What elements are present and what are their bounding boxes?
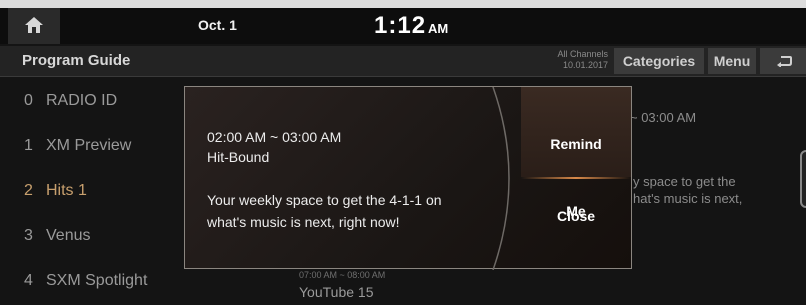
popup-button-group: Remind Me Close [521, 87, 631, 268]
popup-program-time: 02:00 AM ~ 03:00 AM [207, 129, 342, 145]
channel-number: 4 [24, 272, 33, 289]
header-bar: Program Guide All Channels 10.01.2017 Ca… [0, 46, 806, 77]
remind-me-button[interactable]: Remind Me [521, 87, 631, 219]
background-program-time-bottom: 07:00 AM ~ 08:00 AM [299, 270, 386, 280]
channel-item[interactable]: 3 Venus [0, 213, 190, 258]
categories-button[interactable]: Categories [614, 48, 704, 74]
back-button[interactable] [760, 48, 806, 74]
channel-name: SXM Spotlight [46, 272, 148, 289]
status-bar: Oct. 1 1:12 AM [0, 8, 806, 44]
clock-display: 1:12 AM [374, 12, 448, 40]
channel-list: 0 RADIO ID 1 XM Preview 2 Hits 1 3 Venus 4 SX… [0, 78, 190, 303]
clock-ampm: AM [428, 21, 449, 36]
channel-name: Venus [46, 227, 91, 244]
popup-program-description: Your weekly space to get the 4-1-1 on wh… [207, 189, 507, 233]
background-program-title-bottom: YouTube 15 [299, 284, 374, 300]
channels-info: All Channels 10.01.2017 [540, 49, 608, 71]
close-button[interactable]: Close [521, 179, 631, 268]
background-desc-line: y space to get the [633, 174, 736, 189]
clock-time: 1:12 [374, 12, 427, 39]
channel-item[interactable]: 0 RADIO ID [0, 78, 190, 123]
page-title: Program Guide [22, 52, 131, 69]
background-program-description: y space to get the hat's music is next, [633, 173, 742, 207]
popup-program-title: Hit-Bound [207, 149, 270, 165]
popup-desc-line: Your weekly space to get the 4-1-1 on [207, 192, 442, 208]
channel-item[interactable]: 4 SXM Spotlight [0, 258, 190, 303]
home-icon [25, 17, 43, 33]
remind-me-line: Remind [550, 136, 602, 152]
channel-number: 3 [24, 227, 33, 244]
background-desc-line: hat's music is next, [633, 191, 743, 206]
menu-button[interactable]: Menu [708, 48, 756, 74]
channel-number: 2 [24, 182, 33, 199]
channels-date: 10.01.2017 [562, 60, 608, 70]
side-panel-handle[interactable] [800, 150, 806, 208]
screen: Oct. 1 1:12 AM Program Guide All Channels… [0, 8, 806, 305]
popup-divider [492, 87, 510, 270]
channel-item-active[interactable]: 2 Hits 1 [0, 168, 190, 213]
program-detail-popup: 02:00 AM ~ 03:00 AM Hit-Bound Your weekl… [184, 86, 632, 270]
channel-number: 0 [24, 92, 33, 109]
popup-desc-line: what's music is next, right now! [207, 214, 400, 230]
background-program-time: ~ 03:00 AM [630, 110, 697, 125]
channel-item[interactable]: 1 XM Preview [0, 123, 190, 168]
back-arrow-icon [777, 56, 792, 67]
channel-name: XM Preview [46, 137, 132, 154]
channel-number: 1 [24, 137, 33, 154]
channels-label: All Channels [557, 49, 608, 59]
home-button[interactable] [8, 8, 60, 44]
channel-name: RADIO ID [46, 92, 118, 109]
channel-name: Hits 1 [46, 182, 87, 199]
date-display: Oct. 1 [198, 17, 237, 33]
